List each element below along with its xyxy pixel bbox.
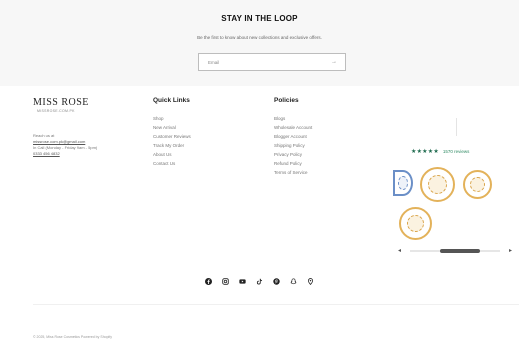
reviews-rating[interactable]: ★★★★★ 1570 reviews [411,148,469,155]
slider-thumb[interactable] [439,249,481,253]
policies-column: Policies Blogs Wholesale Account Blogger… [274,97,374,177]
tiktok-icon[interactable] [256,278,263,285]
badge-inner [406,214,425,233]
award-badge-icon[interactable] [393,170,413,196]
award-badge-icon[interactable] [463,170,492,199]
chevron-right-icon[interactable]: ▸ [509,247,512,255]
chevron-left-icon[interactable]: ◂ [398,247,401,255]
reviews-divider [456,118,457,136]
policy-link-wholesale-account[interactable]: Wholesale Account [274,123,374,132]
newsletter-subtitle: Be the first to know about new collectio… [197,35,322,40]
contact-info: Reach us at missrose.com.pk@gmail.com In… [33,133,143,157]
social-links [0,278,519,285]
pinterest-icon[interactable] [273,278,280,285]
location-icon[interactable] [307,278,314,285]
policy-link-privacy[interactable]: Privacy Policy [274,150,374,159]
contact-phone-link[interactable]: 0333 456 4832 [33,151,143,157]
award-badge-icon[interactable] [420,167,455,202]
slider-track[interactable] [410,249,500,253]
brand-logo[interactable]: MISS ROSE MISSROSE.COM.PK [33,97,133,113]
quick-link-about-us[interactable]: About Us [153,150,253,159]
policy-link-terms[interactable]: Terms of Service [274,168,374,177]
quick-link-contact-us[interactable]: Contact Us [153,159,253,168]
policy-link-blogger-account[interactable]: Blogger Account [274,132,374,141]
instagram-icon[interactable] [222,278,229,285]
policy-link-shipping[interactable]: Shipping Policy [274,141,374,150]
newsletter-section: STAY IN THE LOOP Be the first to know ab… [0,0,519,86]
youtube-icon[interactable] [239,278,246,285]
reviews-count: 1570 reviews [442,149,470,154]
quick-link-shop[interactable]: Shop [153,114,253,123]
policy-link-refund[interactable]: Refund Policy [274,159,374,168]
policy-link-blogs[interactable]: Blogs [274,114,374,123]
badge-inner [398,176,408,190]
quick-link-customer-reviews[interactable]: Customer Reviews [153,132,253,141]
award-badge-icon[interactable] [399,207,432,240]
snapchat-icon[interactable] [290,278,297,285]
badges-slider: ◂ ▸ [398,247,512,255]
newsletter-form: → [198,53,346,71]
quick-links-title: Quick Links [153,97,190,104]
brand-url: MISSROSE.COM.PK [37,109,75,113]
policies-title: Policies [274,97,299,104]
facebook-icon[interactable] [205,278,212,285]
subscribe-button[interactable]: → [323,54,345,70]
star-rating-icon: ★★★★★ [411,149,439,155]
footer-divider [33,304,519,305]
quick-link-track-order[interactable]: Track My Order [153,141,253,150]
email-input[interactable] [199,54,323,70]
quick-links-column: Quick Links Shop New Arrival Customer Re… [153,97,253,168]
newsletter-title: STAY IN THE LOOP [221,14,298,23]
badge-inner [427,174,448,195]
copyright-text: © 2025, Miss Rose Cosmetics Powered by S… [33,335,113,339]
arrow-right-icon: → [331,59,337,65]
quick-link-new-arrival[interactable]: New Arrival [153,123,253,132]
badge-inner [469,176,486,193]
brand-name: MISS ROSE [33,97,89,108]
